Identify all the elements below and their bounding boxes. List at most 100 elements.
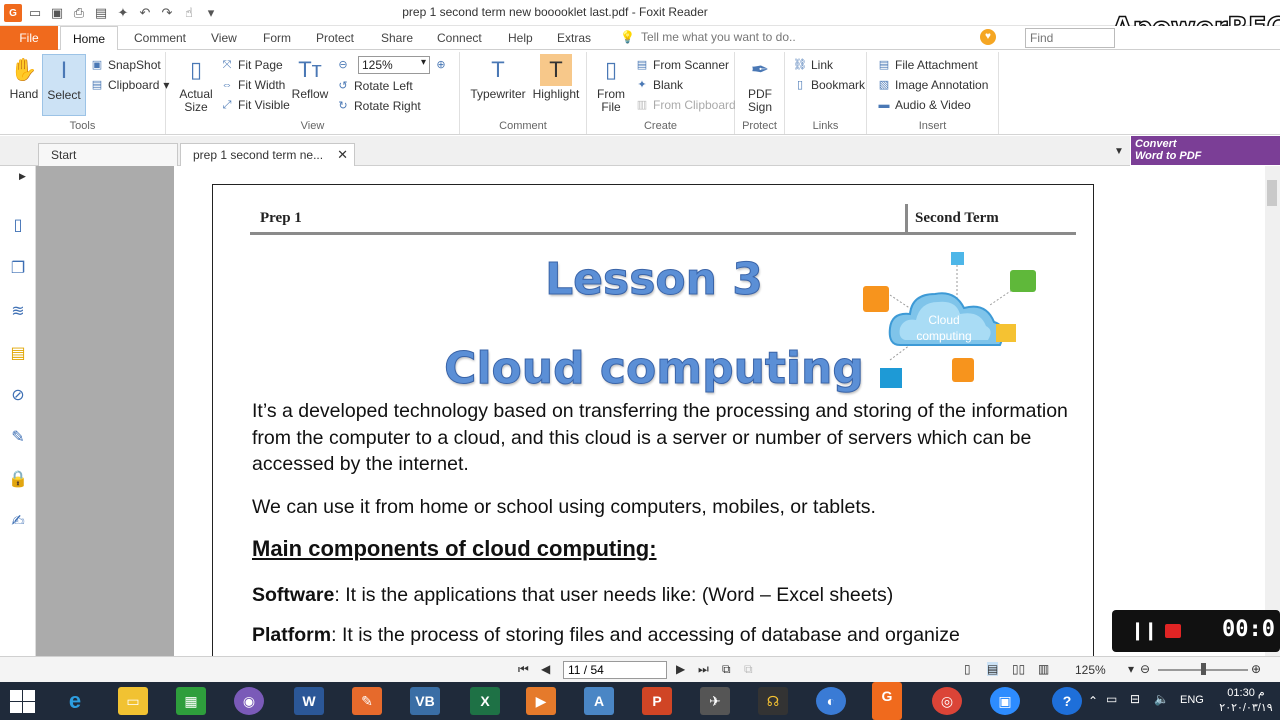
tab-document[interactable]: prep 1 second term ne... ✕: [180, 143, 355, 166]
typewriter-button[interactable]: T Typewriter: [468, 54, 528, 116]
close-icon[interactable]: ✕: [337, 144, 348, 166]
tab-connect[interactable]: Connect: [437, 26, 482, 50]
tray-expand-icon[interactable]: ⌃: [1088, 694, 1098, 708]
headset-icon[interactable]: ☊: [758, 687, 788, 715]
from-file-button[interactable]: ▯ From File: [589, 54, 633, 116]
tab-home[interactable]: Home: [60, 26, 119, 51]
tab-extras[interactable]: Extras: [557, 26, 591, 50]
next-page-icon[interactable]: ▶: [676, 662, 685, 676]
excel-icon[interactable]: X: [470, 687, 500, 715]
chrome-icon[interactable]: ◎: [932, 687, 962, 715]
stop-icon[interactable]: [1165, 624, 1181, 638]
bookmarks-panel-icon[interactable]: ▯: [8, 216, 28, 236]
audio-video-button[interactable]: ▬ Audio & Video: [877, 96, 971, 114]
tab-help[interactable]: Help: [508, 26, 533, 50]
single-page-icon[interactable]: ▯: [964, 662, 971, 676]
tab-form[interactable]: Form: [263, 26, 291, 50]
tab-protect[interactable]: Protect: [316, 26, 354, 50]
game-icon[interactable]: ✈: [700, 687, 730, 715]
status-zoom-out-icon[interactable]: ⊖: [1140, 662, 1150, 676]
tab-list-dropdown-icon[interactable]: ▼: [1114, 146, 1124, 157]
zoom-app-icon[interactable]: ▣: [990, 687, 1020, 715]
zoom-combo[interactable]: 125%: [358, 56, 430, 74]
status-zoom-in-icon[interactable]: ⊕: [1251, 662, 1261, 676]
zoom-dropdown-icon[interactable]: ▾: [1128, 662, 1134, 676]
rotate-right-button[interactable]: ↻ Rotate Right: [336, 97, 420, 115]
security-lock-icon[interactable]: 🔒: [8, 470, 28, 490]
tell-me-box[interactable]: 💡 Tell me what you want to do..: [620, 30, 796, 44]
image-annotation-button[interactable]: ▧ Image Annotation: [877, 76, 989, 94]
file-attachment-label: File Attachment: [895, 58, 978, 72]
from-clipboard-button[interactable]: ▥ From Clipboard: [635, 96, 736, 114]
powerpoint-icon[interactable]: P: [642, 687, 672, 715]
tab-comment[interactable]: Comment: [134, 26, 186, 50]
clock[interactable]: 01:30 م ٢٠٢٠/٠٣/١٩: [1215, 686, 1277, 716]
tab-view[interactable]: View: [211, 26, 237, 50]
rotate-left-button[interactable]: ↺ Rotate Left: [336, 77, 412, 95]
previous-view-icon[interactable]: ⧉: [722, 662, 731, 677]
input-language[interactable]: ENG: [1180, 694, 1204, 706]
hand-button[interactable]: ✋ Hand: [2, 54, 46, 116]
page-number-input[interactable]: [563, 661, 667, 679]
internet-explorer-icon[interactable]: e: [60, 687, 90, 715]
windows-start-icon[interactable]: [8, 688, 36, 714]
facing-page-icon[interactable]: ▯▯: [1012, 662, 1025, 676]
zoom-out-button[interactable]: ⊖: [336, 56, 350, 74]
tab-share[interactable]: Share: [381, 26, 413, 50]
browser-globe-icon[interactable]: ◐: [816, 687, 846, 715]
bookmark-button[interactable]: ▯ Bookmark: [793, 76, 865, 94]
zoom-in-button[interactable]: ⊕: [434, 56, 448, 74]
paint-icon[interactable]: ✎: [352, 687, 382, 715]
fit-visible-button[interactable]: ⤢ Fit Visible: [220, 96, 290, 114]
layers-panel-icon[interactable]: ≋: [8, 302, 28, 322]
actual-size-button[interactable]: ▯ Actual Size: [174, 54, 218, 116]
app-icon[interactable]: ◉: [234, 687, 264, 715]
last-page-icon[interactable]: ⏭: [698, 662, 709, 677]
continuous-page-icon[interactable]: ▤: [987, 662, 999, 676]
notification-icon[interactable]: ♥: [980, 29, 996, 45]
blank-button[interactable]: ✦ Blank: [635, 76, 683, 94]
help-icon[interactable]: ?: [1052, 687, 1082, 715]
word-icon[interactable]: W: [294, 687, 324, 715]
media-player-icon[interactable]: ▶: [526, 687, 556, 715]
attachments-panel-icon[interactable]: ⊘: [8, 386, 28, 406]
reflow-button[interactable]: Tт Reflow: [288, 54, 332, 116]
previous-page-icon[interactable]: ◀: [541, 662, 550, 676]
link-button[interactable]: ⛓ Link: [793, 56, 833, 74]
tab-start[interactable]: Start: [38, 143, 178, 166]
file-attachment-button[interactable]: ▤ File Attachment: [877, 56, 978, 74]
network-status-icon[interactable]: ⊟: [1130, 692, 1140, 706]
clipboard-button[interactable]: ▤ Clipboard ▾: [90, 76, 170, 94]
file-explorer-icon[interactable]: ▭: [118, 687, 148, 715]
visual-basic-icon[interactable]: VB: [410, 687, 440, 715]
expand-panel-icon[interactable]: ▶: [19, 171, 26, 182]
publisher-icon[interactable]: A: [584, 687, 614, 715]
select-button[interactable]: Ⅰ Select: [42, 54, 86, 116]
document-view[interactable]: Prep 1 Second Term Lesson 3 Cloud comput…: [36, 166, 1132, 656]
convert-word-to-pdf-banner[interactable]: Convert Word to PDF: [1131, 136, 1280, 165]
fit-page-button[interactable]: ⤧ Fit Page: [220, 56, 283, 74]
next-view-icon[interactable]: ⧉: [744, 662, 753, 677]
pages-panel-icon[interactable]: ❐: [8, 259, 28, 279]
store-icon[interactable]: ▦: [176, 687, 206, 715]
status-zoom-value[interactable]: 125%: [1075, 663, 1106, 677]
highlight-button[interactable]: T Highlight: [530, 54, 582, 116]
fit-width-button[interactable]: ⇔ Fit Width: [220, 76, 286, 94]
scrollbar-thumb[interactable]: [1267, 180, 1277, 206]
sign-tools-icon[interactable]: ✍: [8, 512, 28, 532]
pause-icon[interactable]: ❙❙: [1130, 620, 1158, 641]
network-icon[interactable]: ▭: [1106, 692, 1117, 706]
zoom-slider-thumb[interactable]: [1201, 663, 1206, 675]
find-input[interactable]: [1025, 28, 1115, 48]
vertical-scrollbar[interactable]: [1265, 166, 1280, 656]
continuous-facing-icon[interactable]: ▥: [1038, 662, 1049, 676]
pdf-sign-button[interactable]: ✒ PDF Sign: [738, 54, 782, 116]
snapshot-button[interactable]: ▣ SnapShot: [90, 56, 161, 74]
first-page-icon[interactable]: ⏮: [518, 662, 529, 677]
comments-panel-icon[interactable]: ▤: [8, 344, 28, 364]
from-scanner-button[interactable]: ▤ From Scanner: [635, 56, 729, 74]
foxit-reader-taskbar-icon[interactable]: G: [872, 682, 902, 720]
tab-file[interactable]: File: [0, 26, 58, 50]
signatures-panel-icon[interactable]: ✎: [8, 428, 28, 448]
volume-icon[interactable]: 🔈: [1154, 692, 1169, 706]
